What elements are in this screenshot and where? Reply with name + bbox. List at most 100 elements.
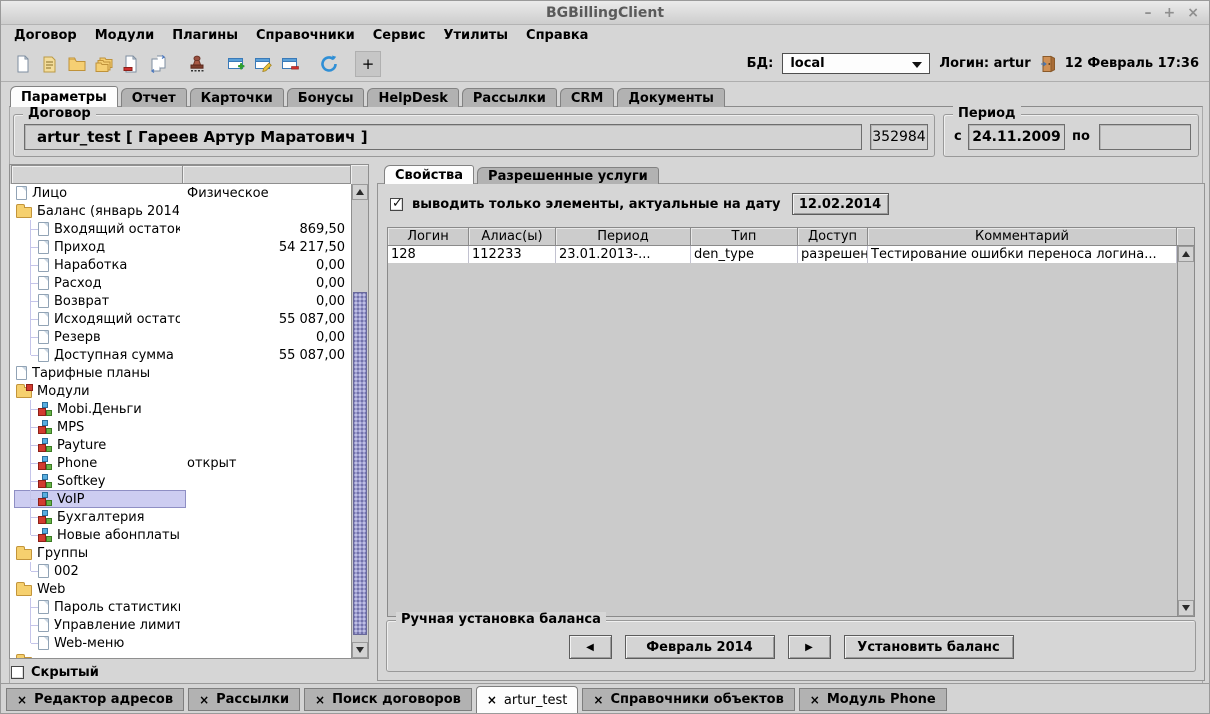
tree-item[interactable]: Phoneоткрыт [10,454,351,472]
tree-item[interactable]: 002 [10,562,351,580]
tree-item[interactable]: Доступная сумма55 087,00 [10,346,351,364]
tree-item[interactable]: Расход0,00 [10,274,351,292]
tree-item[interactable]: VoIP [10,490,351,508]
tab-main-2[interactable]: Карточки [190,88,284,107]
tab-main-6[interactable]: CRM [560,88,615,107]
close-button[interactable]: × [1187,5,1199,21]
tab-main-3[interactable]: Бонусы [287,88,365,107]
table-row[interactable]: 12811223323.01.2013-...den_typeразрешенТ… [388,246,1194,263]
close-tab-icon[interactable]: × [810,693,820,707]
table-column-header[interactable]: Комментарий [868,228,1177,246]
db-select[interactable]: local [782,53,930,74]
prev-month-button[interactable]: ◀ [569,635,612,659]
bottom-tab-1[interactable]: ×Рассылки [188,688,300,711]
remove-window-icon[interactable] [278,52,302,76]
scroll-down-button[interactable] [352,642,368,658]
new-contract-icon[interactable] [11,52,35,76]
logout-door-icon[interactable] [1040,55,1056,73]
tab-main-4[interactable]: HelpDesk [367,88,458,107]
bottom-tab-3[interactable]: ×artur_test [476,686,579,713]
table-column-header[interactable]: Алиас(ы) [469,228,556,246]
tree-item[interactable]: Payture [10,436,351,454]
add-window-icon[interactable] [224,52,248,76]
tab-main-1[interactable]: Отчет [121,88,187,107]
scroll-up-button[interactable] [1178,246,1194,262]
tree-item[interactable]: ЛицоФизическое [10,184,351,202]
refresh-icon[interactable] [317,52,341,76]
tree-item[interactable]: Входящий остаток869,50 [10,220,351,238]
filter-date-button[interactable]: 12.02.2014 [792,193,889,215]
minimize-button[interactable]: – [1145,5,1152,21]
tree-item[interactable]: Web [10,580,351,598]
period-to-field[interactable] [1099,124,1191,150]
tree-item[interactable]: Новые абонплаты [10,526,351,544]
tree-item[interactable]: Исходящий остаток55 087,00 [10,310,351,328]
menu-item-6[interactable]: Справка [517,26,597,45]
tab-right-0[interactable]: Свойства [384,165,474,184]
tab-main-5[interactable]: Рассылки [462,88,557,107]
add-toolbar-button[interactable]: + [355,51,381,77]
menu-item-4[interactable]: Сервис [364,26,435,45]
tree-item[interactable]: Softkey [10,472,351,490]
scroll-down-button[interactable] [1178,600,1194,616]
contract-field[interactable]: artur_test [ Гареев Артур Маратович ] [24,124,862,150]
stamp-icon[interactable] [185,52,209,76]
table-column-header[interactable]: Тип [691,228,798,246]
bottom-tab-5[interactable]: ×Модуль Phone [799,688,947,711]
tree-item[interactable]: Резерв0,00 [10,328,351,346]
tree-scrollbar[interactable] [351,184,368,658]
bottom-tab-0[interactable]: ×Редактор адресов [6,688,184,711]
tree-item[interactable]: Пароль статистики [10,598,351,616]
menu-item-0[interactable]: Договор [5,26,86,45]
tree-item[interactable]: Баланс (январь 2014) [10,202,351,220]
close-tab-icon[interactable]: × [315,693,325,707]
close-tab-icon[interactable]: × [17,693,27,707]
tree-header-column-1[interactable] [11,165,183,184]
filter-checkbox[interactable] [390,198,403,211]
menu-item-3[interactable]: Справочники [247,26,364,45]
month-button[interactable]: Февраль 2014 [625,635,775,659]
tree-item[interactable]: Группы [10,544,351,562]
tab-right-1[interactable]: Разрешенные услуги [477,167,659,184]
folders-icon[interactable] [92,52,116,76]
set-balance-button[interactable]: Установить баланс [844,635,1014,659]
table-scrollbar[interactable] [1177,246,1194,616]
period-from-field[interactable]: 24.11.2009 [968,124,1065,150]
tree-item[interactable]: Приход54 217,50 [10,238,351,256]
folder-icon[interactable] [65,52,89,76]
open-contract-icon[interactable] [38,52,62,76]
tree-item[interactable]: Тарифные планы [10,364,351,382]
tree-item[interactable]: Возврат0,00 [10,292,351,310]
tree-item[interactable] [10,652,351,658]
menu-item-2[interactable]: Плагины [163,26,247,45]
remove-document-icon[interactable] [119,52,143,76]
tree-item[interactable]: Наработка0,00 [10,256,351,274]
tree-item[interactable]: Бухгалтерия [10,508,351,526]
menu-item-5[interactable]: Утилиты [434,26,517,45]
close-tab-icon[interactable]: × [487,693,497,707]
scrollbar-thumb[interactable] [353,292,367,635]
table-header-corner [1177,228,1194,246]
close-tab-icon[interactable]: × [593,693,603,707]
tree-item[interactable]: Управление лимито [10,616,351,634]
tree-item[interactable]: Mobi.Деньги [10,400,351,418]
copy-document-icon[interactable] [146,52,170,76]
tab-main-7[interactable]: Документы [617,88,725,107]
table-column-header[interactable]: Доступ [798,228,868,246]
bottom-tab-4[interactable]: ×Справочники объектов [582,688,794,711]
tree-item[interactable]: MPS [10,418,351,436]
edit-window-icon[interactable] [251,52,275,76]
menu-item-1[interactable]: Модули [86,26,163,45]
bottom-tab-2[interactable]: ×Поиск договоров [304,688,472,711]
table-column-header[interactable]: Период [556,228,691,246]
tab-main-0[interactable]: Параметры [10,86,118,107]
tree-header-column-2[interactable] [183,165,351,184]
close-tab-icon[interactable]: × [199,693,209,707]
hidden-checkbox[interactable] [11,666,24,679]
tree-item[interactable]: Модули [10,382,351,400]
tree-item[interactable]: Web-меню [10,634,351,652]
maximize-button[interactable]: + [1164,5,1176,21]
scroll-up-button[interactable] [352,184,368,200]
table-column-header[interactable]: Логин [388,228,469,246]
next-month-button[interactable]: ▶ [788,635,831,659]
